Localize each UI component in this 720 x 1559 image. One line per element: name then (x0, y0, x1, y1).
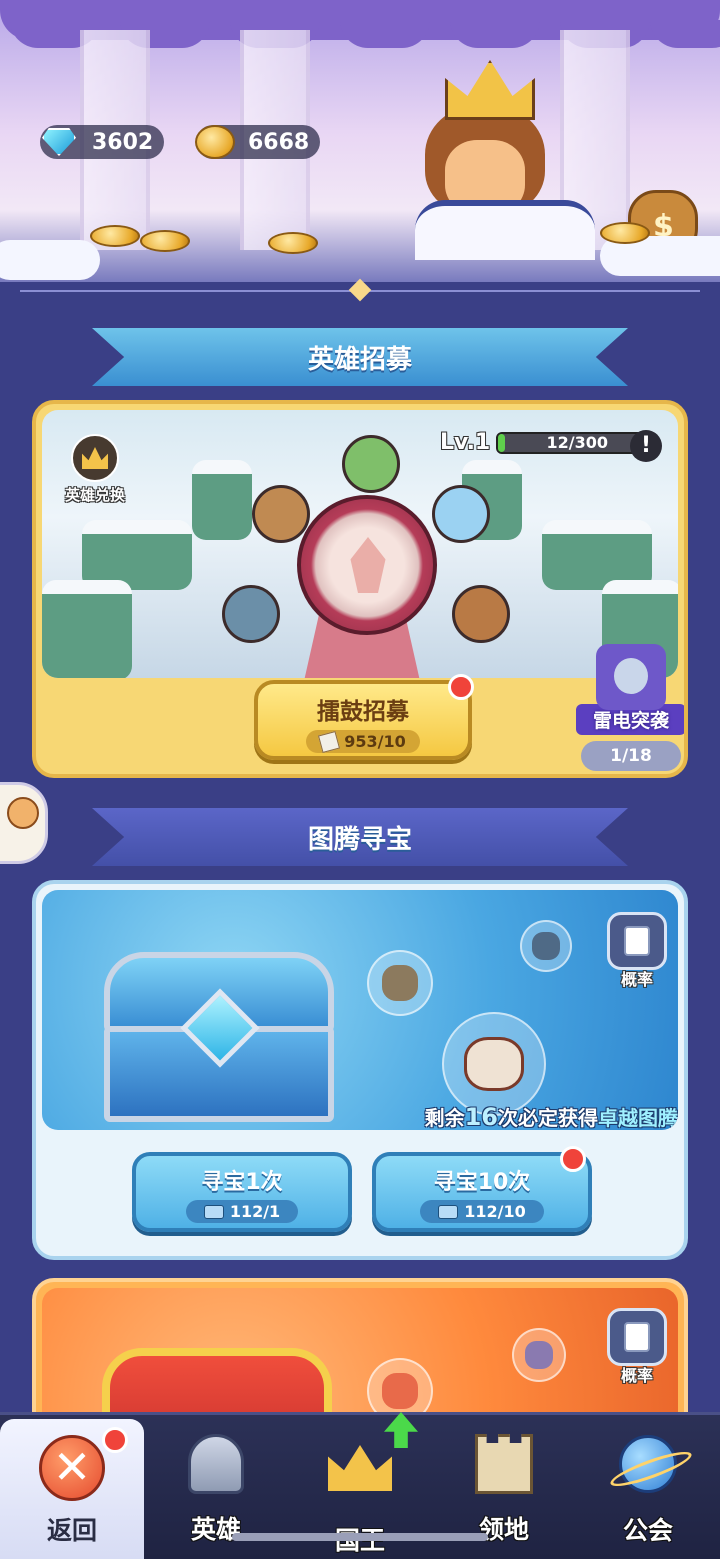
snow-pile (0, 240, 100, 280)
hint-mid: 次必定获得 (498, 1106, 598, 1130)
nav-guild-label: 公会 (622, 1516, 673, 1545)
probability-button[interactable]: 概率 (604, 912, 670, 990)
nav-back-label: 返回 (46, 1516, 97, 1545)
treasure-title-text: 图腾寻宝 (307, 824, 412, 855)
hedge (42, 580, 132, 678)
hero-bear (252, 485, 310, 543)
level-progress-fill (498, 433, 505, 452)
treasure-ten-cost: 112/10 (420, 1200, 544, 1223)
avatar (7, 797, 39, 829)
crown-exchange-icon (71, 434, 119, 482)
level-label: Lv.1 (440, 430, 491, 455)
hint-prefix: 剩余 (424, 1106, 465, 1130)
treasure-once-button[interactable]: 寻宝1次 112/1 (132, 1152, 352, 1232)
document-icon (607, 1308, 667, 1366)
coin-pile-icon (90, 225, 140, 247)
gem-counter[interactable]: 3602 (40, 125, 164, 159)
gold-amount: 6668 (248, 129, 310, 155)
curtain-fold (340, 20, 430, 48)
probability-label: 概率 (620, 970, 653, 989)
hammer-icon (203, 1204, 224, 1219)
side-hero-avatar[interactable] (0, 782, 48, 864)
treasure-ten-label: 寻宝10次 (433, 1170, 531, 1195)
close-icon: ✕ (39, 1435, 105, 1501)
level-progress-text: 12/300 (546, 432, 608, 452)
notice-dot (560, 1146, 586, 1172)
treasure-ten-cost-value: 112/10 (464, 1202, 526, 1221)
hint-number: 16 (464, 1103, 498, 1130)
hammer-icon (438, 1204, 459, 1219)
owl-totem-icon (367, 950, 433, 1016)
probability-label: 概率 (620, 1366, 653, 1385)
crown-icon (327, 1445, 393, 1511)
treasure-once-cost: 112/1 (185, 1200, 299, 1223)
hero-gunner (452, 585, 510, 643)
tiger-totem-icon (512, 1328, 566, 1382)
nav-back[interactable]: ✕ 返回 (0, 1419, 144, 1559)
info-icon[interactable]: ! (630, 430, 662, 462)
nav-guild[interactable]: 公会 (576, 1415, 720, 1559)
diamond-icon (36, 119, 82, 165)
hero-exchange-label: 英雄兑换 (64, 486, 125, 504)
totem-treasure-card: 概率 剩余16次必定获得卓越图腾 寻宝1次 112/1 寻宝10次 112/10 (32, 880, 688, 1260)
drum-recruit-label: 擂鼓招募 (317, 699, 409, 725)
coin-pile-icon (268, 232, 318, 254)
notice-dot (102, 1427, 128, 1453)
treasure-scene: 概率 剩余16次必定获得卓越图腾 (42, 890, 678, 1130)
curtain-fold (650, 20, 720, 48)
recruit-section-title: 英雄招募 (92, 328, 628, 386)
guarantee-hint: 剩余16次必定获得卓越图腾 (362, 1102, 678, 1130)
thunder-hero-icon (596, 644, 666, 710)
gem-amount: 3602 (92, 129, 154, 155)
blue-treasure-chest (104, 952, 334, 1122)
helmet-icon (183, 1434, 249, 1500)
hint-highlight: 卓越图腾 (598, 1106, 678, 1130)
recruit-title-text: 英雄招募 (307, 344, 412, 375)
notice-dot (448, 674, 474, 700)
curtain-fold (450, 20, 540, 48)
drum-recruit-cost-value: 953/10 (344, 732, 406, 751)
bull-skull-totem-icon (442, 1012, 546, 1116)
coin-pile-icon (600, 222, 650, 244)
event-count: 1/18 (581, 741, 681, 771)
drum-recruit-button[interactable]: 擂鼓招募 953/10 (254, 680, 472, 760)
castle-icon (471, 1434, 537, 1500)
document-icon (607, 912, 667, 970)
tiger-totem-icon (520, 920, 572, 972)
hero-ice-mage (432, 485, 490, 543)
recruit-card: 英雄兑换 Lv.1 12/300 ! 擂鼓招募 953/10 雷电突袭 1/18 (32, 400, 688, 778)
hero-fisher (222, 585, 280, 643)
drum-recruit-cost: 953/10 (306, 730, 420, 753)
planet-icon (615, 1435, 681, 1501)
gold-counter[interactable]: 6668 (195, 125, 320, 159)
scroll-icon (318, 730, 341, 753)
hedge (192, 460, 252, 540)
coin-pile-icon (140, 230, 190, 252)
hero-exchange-button[interactable]: 英雄兑换 (56, 434, 134, 505)
war-drum[interactable] (297, 495, 437, 635)
recruit-level: Lv.1 12/300 (440, 430, 659, 455)
treasure-ten-button[interactable]: 寻宝10次 112/10 (372, 1152, 592, 1232)
king-character (415, 60, 595, 260)
probability-button[interactable]: 概率 (604, 1308, 670, 1386)
gold-coin-icon (192, 119, 238, 165)
treasure-section-title: 图腾寻宝 (92, 808, 628, 866)
treasure-once-label: 寻宝1次 (201, 1170, 283, 1195)
recruit-scene: 英雄兑换 Lv.1 12/300 ! (42, 410, 678, 678)
thunder-raid-event[interactable]: 雷电突袭 1/18 (576, 644, 684, 771)
treasure-once-cost-value: 112/1 (229, 1202, 281, 1221)
home-indicator[interactable] (232, 1533, 488, 1541)
header-banner: $ 3602 6668 (0, 0, 720, 300)
hero-mushroom (342, 435, 400, 493)
